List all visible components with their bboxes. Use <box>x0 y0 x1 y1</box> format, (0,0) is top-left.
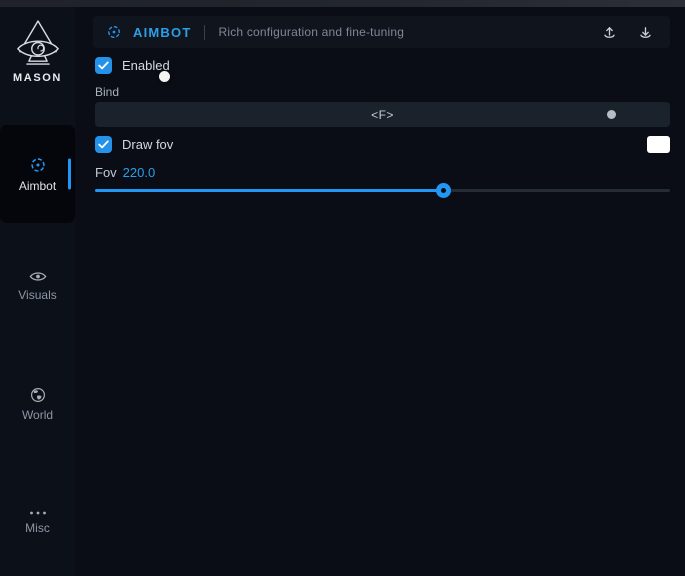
eye-icon <box>29 270 47 283</box>
upload-icon <box>601 24 618 41</box>
sidebar-item-world[interactable]: World <box>0 384 75 424</box>
download-icon <box>637 24 654 41</box>
draw-fov-label: Draw fov <box>122 137 173 152</box>
section-header: AIMBOT Rich configuration and fine-tunin… <box>93 16 670 48</box>
sidebar-item-label: Misc <box>25 521 50 535</box>
mouse-cursor-dot <box>159 71 170 82</box>
fov-value: 220.0 <box>123 165 156 180</box>
aimbot-settings-window: MASON Aimbot Visuals <box>0 0 685 576</box>
app-logo: MASON <box>0 19 75 84</box>
bind-value: <F> <box>371 108 394 122</box>
page-title: AIMBOT <box>133 25 191 40</box>
sidebar-item-label: Visuals <box>18 288 56 302</box>
header-divider <box>204 25 205 40</box>
enabled-checkbox[interactable] <box>95 57 112 74</box>
bind-label: Bind <box>95 85 119 99</box>
download-config-button[interactable] <box>633 20 657 44</box>
crosshair-icon <box>29 156 47 174</box>
crosshair-icon <box>106 24 122 40</box>
window-top-strip <box>0 0 685 7</box>
fov-slider-fill <box>95 189 444 192</box>
bind-indicator-dot <box>607 110 616 119</box>
sidebar: MASON Aimbot Visuals <box>0 7 75 576</box>
fov-label-row: Fov 220.0 <box>95 165 155 180</box>
enabled-row: Enabled <box>95 57 170 74</box>
fov-color-swatch[interactable] <box>647 136 670 153</box>
fov-label: Fov <box>95 165 117 180</box>
fov-slider-thumb[interactable] <box>436 183 451 198</box>
ellipsis-icon <box>29 510 47 516</box>
mason-eye-logo-icon <box>15 19 61 67</box>
sidebar-item-aimbot[interactable]: Aimbot <box>0 125 75 223</box>
page-subtitle: Rich configuration and fine-tuning <box>218 25 404 39</box>
upload-config-button[interactable] <box>597 20 621 44</box>
sidebar-item-label: Aimbot <box>19 179 56 193</box>
globe-icon <box>30 387 46 403</box>
checkmark-icon <box>98 61 109 70</box>
bind-keybind-field[interactable]: <F> <box>95 102 670 127</box>
sidebar-item-label: World <box>22 408 53 422</box>
draw-fov-checkbox[interactable] <box>95 136 112 153</box>
fov-slider[interactable] <box>95 183 670 198</box>
sidebar-item-misc[interactable]: Misc <box>0 502 75 542</box>
logo-label: MASON <box>13 72 62 84</box>
draw-fov-row: Draw fov <box>95 136 173 153</box>
sidebar-item-visuals[interactable]: Visuals <box>0 266 75 306</box>
checkmark-icon <box>98 140 109 149</box>
